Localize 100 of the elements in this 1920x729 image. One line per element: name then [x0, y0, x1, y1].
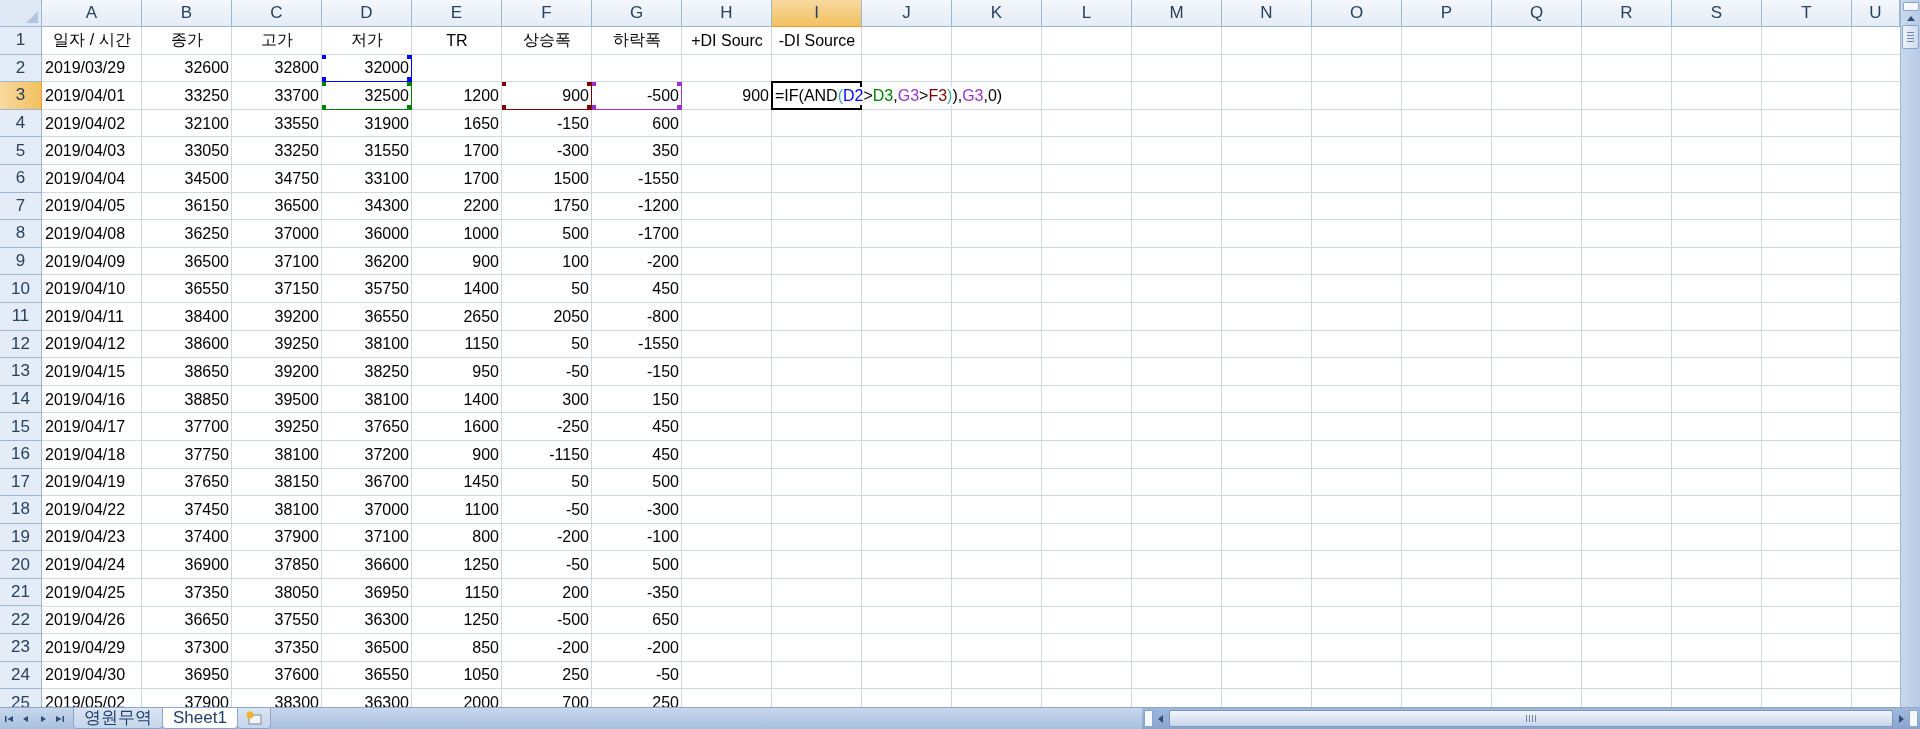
table-cell: 1150 — [464, 583, 499, 602]
row-header[interactable]: 9 — [0, 247, 42, 276]
column-header[interactable]: P — [1402, 0, 1492, 27]
column-heading: TR — [446, 31, 468, 50]
table-cell: 2019/04/05 — [45, 197, 126, 216]
formula-text[interactable]: =IF(AND(D2>D3,G3>F3)),G3,0) — [775, 87, 1003, 105]
horizontal-scrollbar[interactable] — [1142, 708, 1920, 729]
row-header[interactable]: 6 — [0, 164, 42, 193]
select-all-button[interactable] — [0, 0, 42, 27]
last-arrow-icon — [55, 714, 64, 723]
column-header[interactable]: R — [1582, 0, 1672, 27]
column-header[interactable]: G — [592, 0, 682, 27]
row-header[interactable]: 8 — [0, 220, 42, 248]
row-header[interactable]: 25 — [0, 689, 42, 707]
split-box-icon[interactable] — [1144, 710, 1153, 727]
column-header[interactable]: A — [42, 0, 142, 27]
table-cell: 500 — [562, 224, 589, 243]
up-arrow-icon — [1905, 14, 1916, 22]
table-cell: 33550 — [274, 114, 319, 133]
row-header[interactable]: 13 — [0, 358, 42, 386]
sheet-tab[interactable]: 영원무역 — [73, 708, 163, 729]
column-heading: +DI Sourc — [691, 31, 763, 50]
row-header[interactable]: 2 — [0, 54, 42, 83]
column-header[interactable]: T — [1762, 0, 1852, 27]
table-cell: 37200 — [364, 445, 409, 464]
table-cell: 1000 — [463, 224, 499, 243]
table-cell: 450 — [652, 418, 679, 437]
table-cell: 31550 — [364, 142, 409, 161]
table-cell: -1700 — [638, 224, 679, 243]
table-cell: 36950 — [184, 666, 229, 685]
row-header[interactable]: 16 — [0, 440, 42, 469]
table-cell: 1250 — [463, 556, 499, 575]
column-header[interactable]: B — [142, 0, 232, 27]
table-cell: 1700 — [463, 169, 499, 188]
row-header[interactable]: 21 — [0, 578, 42, 607]
scrollbar-thumb[interactable] — [1902, 25, 1919, 49]
row-header[interactable]: 3 — [0, 82, 42, 110]
column-header[interactable]: U — [1852, 0, 1900, 27]
row-header[interactable]: 19 — [0, 523, 42, 552]
table-cell: 1750 — [553, 197, 589, 216]
column-header[interactable]: K — [952, 0, 1042, 27]
table-cell: 33050 — [184, 142, 229, 161]
table-cell: 2019/04/30 — [45, 666, 126, 685]
column-header[interactable]: H — [682, 0, 772, 27]
row-header[interactable]: 24 — [0, 661, 42, 690]
table-cell: 600 — [652, 114, 679, 133]
table-cell: 2019/04/11 — [45, 307, 124, 326]
insert-sheet-button[interactable] — [236, 708, 271, 729]
table-cell: 37700 — [184, 418, 229, 437]
table-cell: 2019/04/19 — [45, 473, 126, 492]
scrollbar-thumb[interactable] — [1169, 710, 1893, 727]
row-header[interactable]: 15 — [0, 413, 42, 441]
row-header[interactable]: 4 — [0, 109, 42, 138]
split-box-icon[interactable] — [1902, 2, 1919, 11]
row-header[interactable]: 7 — [0, 192, 42, 221]
row-header[interactable]: 10 — [0, 275, 42, 303]
column-header[interactable]: N — [1222, 0, 1312, 27]
table-cell: 37100 — [274, 252, 319, 271]
row-header[interactable]: 11 — [0, 302, 42, 331]
table-cell: 450 — [652, 445, 679, 464]
column-header[interactable]: F — [502, 0, 592, 27]
table-cell: -200 — [556, 528, 589, 547]
right-arrow-icon — [38, 714, 47, 723]
table-cell: 38100 — [274, 445, 319, 464]
column-header[interactable]: E — [412, 0, 502, 27]
table-cell: -50 — [565, 556, 589, 575]
row-header[interactable]: 17 — [0, 468, 42, 497]
table-cell: 38100 — [364, 335, 409, 354]
table-cell: 950 — [472, 362, 499, 381]
column-header[interactable]: J — [862, 0, 952, 27]
table-cell: 36550 — [364, 666, 409, 685]
row-header[interactable]: 23 — [0, 634, 42, 662]
left-arrow-icon — [1157, 714, 1165, 723]
column-header[interactable]: L — [1042, 0, 1132, 27]
row-header[interactable]: 22 — [0, 606, 42, 635]
table-cell: 37850 — [274, 556, 319, 575]
table-cell: -1550 — [638, 169, 679, 188]
table-cell: -150 — [646, 362, 679, 381]
split-box-icon[interactable] — [1909, 710, 1918, 727]
row-header[interactable]: 20 — [0, 551, 42, 579]
table-cell: 33100 — [364, 169, 409, 188]
row-header[interactable]: 12 — [0, 330, 42, 359]
table-cell: 1200 — [463, 87, 499, 105]
row-header[interactable]: 1 — [0, 27, 42, 55]
table-cell: 2200 — [463, 197, 499, 216]
column-header[interactable]: S — [1672, 0, 1762, 27]
table-cell: 32000 — [364, 59, 409, 78]
table-cell: 150 — [652, 390, 679, 409]
column-header[interactable]: M — [1132, 0, 1222, 27]
row-header[interactable]: 18 — [0, 496, 42, 524]
column-header[interactable]: C — [232, 0, 322, 27]
column-header[interactable]: I — [772, 0, 862, 27]
vertical-scrollbar[interactable] — [1900, 0, 1920, 707]
column-header[interactable]: D — [322, 0, 412, 27]
row-header[interactable]: 14 — [0, 385, 42, 414]
table-cell: 200 — [562, 583, 589, 602]
sheet-tab[interactable]: Sheet1 — [162, 708, 238, 729]
column-header[interactable]: Q — [1492, 0, 1582, 27]
row-header[interactable]: 5 — [0, 137, 42, 165]
column-header[interactable]: O — [1312, 0, 1402, 27]
